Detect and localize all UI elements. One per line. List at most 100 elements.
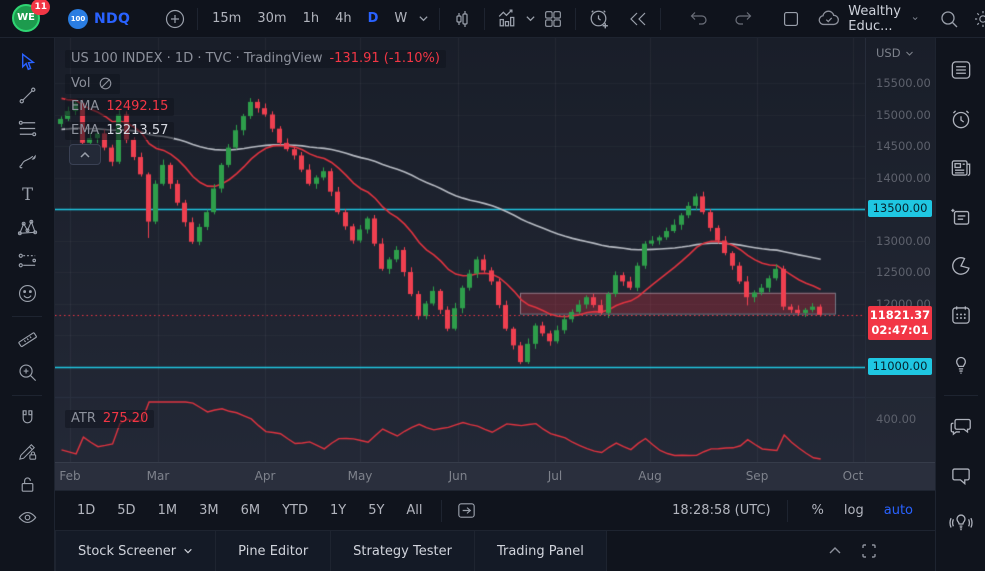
- search-icon[interactable]: [934, 4, 964, 34]
- undo-icon[interactable]: [682, 4, 712, 34]
- hotlist-pie-icon[interactable]: [943, 246, 979, 286]
- interval-4h[interactable]: 4h: [328, 7, 359, 30]
- ema-fast-legend[interactable]: EMA 12492.15: [65, 98, 175, 116]
- range-ytd[interactable]: YTD: [274, 498, 316, 523]
- range-1y[interactable]: 1Y: [322, 498, 354, 523]
- ema-slow-value: 13213.57: [106, 123, 169, 138]
- notes-icon[interactable]: [943, 197, 979, 237]
- interval-group: 15m 30m 1h 4h D W: [205, 7, 414, 30]
- toolbar-divider: [12, 316, 42, 317]
- month-jul: Jul: [547, 469, 563, 483]
- resistance-price-label: 13500.00: [868, 200, 932, 217]
- price-tick: 15500.00: [876, 76, 931, 90]
- tab-pine-editor[interactable]: Pine Editor: [216, 531, 332, 571]
- tab-chevron-icon: [184, 548, 192, 554]
- auto-scale-button[interactable]: auto: [876, 499, 921, 522]
- replay-icon[interactable]: [623, 4, 653, 34]
- log-scale-button[interactable]: log: [836, 499, 872, 522]
- tab-strategy-tester[interactable]: Strategy Tester: [331, 531, 475, 571]
- compare-add-icon[interactable]: [160, 4, 190, 34]
- chart-style-icon[interactable]: [447, 4, 477, 34]
- range-5d[interactable]: 5D: [109, 498, 143, 523]
- bottom-toolbar: 1D 5D 1M 3M 6M YTD 1Y 5Y All 18:28:58 (UTC) % lo…: [55, 490, 935, 530]
- alert-plus-icon[interactable]: [583, 4, 613, 34]
- streams-icon[interactable]: [943, 504, 979, 544]
- interval-chevron-icon[interactable]: [414, 4, 432, 34]
- toolbar-separator: [786, 499, 788, 522]
- symbol-legend[interactable]: US 100 INDEX · 1D · TVC · TradingView -1…: [65, 50, 446, 68]
- time-axis[interactable]: Feb Mar Apr May Jun Jul Aug Sep Oct: [55, 462, 935, 490]
- ruler-tool-icon[interactable]: [9, 323, 45, 356]
- forecast-tool-icon[interactable]: [9, 244, 45, 277]
- volume-label: Vol: [71, 76, 91, 91]
- cursor-tool-icon[interactable]: [9, 46, 45, 79]
- text-tool-icon[interactable]: T: [9, 178, 45, 211]
- account-menu[interactable]: Wealthy Educ...: [816, 4, 918, 34]
- interval-W[interactable]: W: [387, 7, 414, 30]
- interval-15m[interactable]: 15m: [205, 7, 248, 30]
- ema-slow-legend[interactable]: EMA 13213.57: [65, 122, 175, 140]
- price-axis[interactable]: USD 15500.00 15000.00 14500.00 14000.00 1350…: [865, 38, 936, 490]
- public-chats-icon[interactable]: [943, 406, 979, 446]
- private-chat-icon[interactable]: [943, 455, 979, 495]
- interval-30m[interactable]: 30m: [250, 7, 293, 30]
- fullscreen-icon[interactable]: [776, 4, 806, 34]
- symbol-title: US 100 INDEX · 1D · TVC · TradingView: [71, 51, 323, 66]
- symbol-name: NDQ: [94, 10, 131, 27]
- account-chevron-icon: [912, 17, 918, 21]
- clock-utc[interactable]: 18:28:58 (UTC): [672, 503, 770, 518]
- ideas-bulb-icon[interactable]: [943, 344, 979, 384]
- trend-line-tool-icon[interactable]: [9, 79, 45, 112]
- layout-grid-icon[interactable]: [538, 4, 568, 34]
- lock-all-tool-icon[interactable]: [9, 468, 45, 501]
- interval-D[interactable]: D: [361, 7, 386, 30]
- atr-legend[interactable]: ATR 275.20: [65, 410, 155, 428]
- month-feb: Feb: [59, 469, 81, 483]
- magnet-tool-icon[interactable]: [9, 402, 45, 435]
- interval-1h[interactable]: 1h: [296, 7, 327, 30]
- tab-stock-screener[interactable]: Stock Screener: [55, 531, 217, 571]
- symbol-search-button[interactable]: 100 NDQ: [68, 8, 131, 29]
- price-tick: 15000.00: [876, 107, 931, 122]
- drawing-toolbar: T: [0, 38, 55, 571]
- indicators-chevron-icon[interactable]: [522, 4, 538, 34]
- month-apr: Apr: [254, 469, 276, 483]
- notifications-badge: 11: [31, 0, 50, 15]
- range-3m[interactable]: 3M: [191, 498, 227, 523]
- brush-tool-icon[interactable]: [9, 145, 45, 178]
- legend-collapse-button[interactable]: [69, 144, 101, 165]
- user-menu-button[interactable]: WE 11: [12, 0, 50, 34]
- go-to-date-icon[interactable]: [452, 496, 482, 526]
- eye-slash-icon[interactable]: [97, 75, 114, 92]
- support-price-label: 11000.00: [868, 357, 932, 375]
- watchlist-icon[interactable]: [943, 50, 979, 90]
- month-mar: Mar: [146, 469, 170, 483]
- drawing-lock-tool-icon[interactable]: [9, 435, 45, 468]
- range-1m[interactable]: 1M: [150, 498, 186, 523]
- alerts-clock-icon[interactable]: [943, 99, 979, 139]
- calendar-icon[interactable]: [943, 295, 979, 335]
- indicators-icon[interactable]: [492, 4, 522, 34]
- redo-icon[interactable]: [730, 4, 760, 34]
- range-1d[interactable]: 1D: [69, 498, 103, 523]
- zoom-in-tool-icon[interactable]: [9, 356, 45, 389]
- xabcd-pattern-tool-icon[interactable]: [9, 211, 45, 244]
- percent-scale-button[interactable]: %: [804, 499, 832, 522]
- panel-collapse-chevron-icon[interactable]: [827, 543, 843, 559]
- fib-retracement-tool-icon[interactable]: [9, 112, 45, 145]
- range-5y[interactable]: 5Y: [360, 498, 392, 523]
- month-oct: Oct: [842, 469, 864, 483]
- range-all[interactable]: All: [398, 498, 430, 523]
- panel-maximize-icon[interactable]: [861, 543, 877, 559]
- toolbar-separator: [660, 7, 662, 30]
- hide-all-tool-icon[interactable]: [9, 501, 45, 534]
- gear-icon[interactable]: [968, 4, 985, 34]
- price-chart-canvas[interactable]: [55, 38, 865, 462]
- toolbar-separator: [439, 7, 441, 30]
- emoji-tool-icon[interactable]: [9, 277, 45, 310]
- tab-trading-panel[interactable]: Trading Panel: [474, 531, 607, 571]
- volume-legend[interactable]: Vol: [65, 74, 121, 94]
- range-6m[interactable]: 6M: [233, 498, 269, 523]
- currency-selector[interactable]: USD: [876, 46, 914, 60]
- news-icon[interactable]: [943, 148, 979, 188]
